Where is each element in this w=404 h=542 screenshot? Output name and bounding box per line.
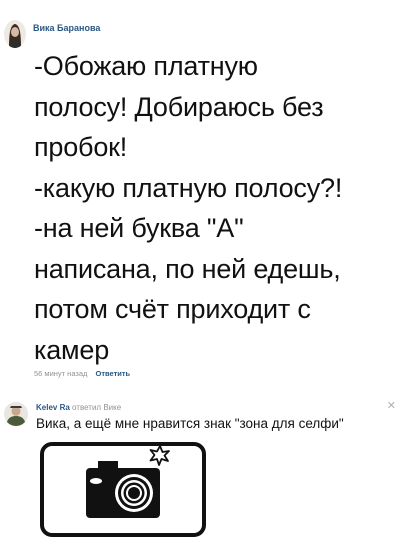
reply-avatar[interactable] <box>4 402 28 426</box>
reply-header: Kelev Ra ответил Вике <box>36 403 121 412</box>
close-icon[interactable]: ✕ <box>387 399 396 412</box>
reply-comment: Kelev Ra ответил Вике ✕ Вика, а ещё мне … <box>0 392 404 542</box>
post-text-line: -Обожаю платную <box>34 51 258 81</box>
reply-avatar-image <box>4 402 28 426</box>
reply-action-text: ответил Вике <box>69 403 122 412</box>
post-text-line: полосу! Добираюсь без <box>34 91 324 122</box>
post-meta: 56 минут назад Ответить <box>34 369 130 378</box>
author-name[interactable]: Вика Баранова <box>33 23 100 33</box>
reply-text: Вика, а ещё мне нравится знак "зона для … <box>36 416 344 431</box>
post-timestamp[interactable]: 56 минут назад <box>34 369 87 378</box>
camera-selfie-sign-icon <box>40 442 206 537</box>
post-text: -Обожаю платную полосу! Добираюсь без пр… <box>34 46 400 370</box>
post: Вика Баранова -Обожаю платную полосу! До… <box>0 0 404 390</box>
post-text-line: написана, по ней едешь, <box>34 253 341 284</box>
author-avatar-image <box>4 20 26 48</box>
reply-button[interactable]: Ответить <box>96 369 131 378</box>
post-text-line: -на ней буква "А" <box>34 213 244 243</box>
post-text-line: пробок! <box>34 132 128 162</box>
author-avatar[interactable] <box>4 20 26 48</box>
reply-author-name[interactable]: Kelev Ra <box>36 403 70 412</box>
post-text-line: камер <box>34 334 110 365</box>
post-text-line: потом счёт приходит с <box>34 294 311 324</box>
post-text-line: -какую платную полосу?! <box>34 172 343 203</box>
